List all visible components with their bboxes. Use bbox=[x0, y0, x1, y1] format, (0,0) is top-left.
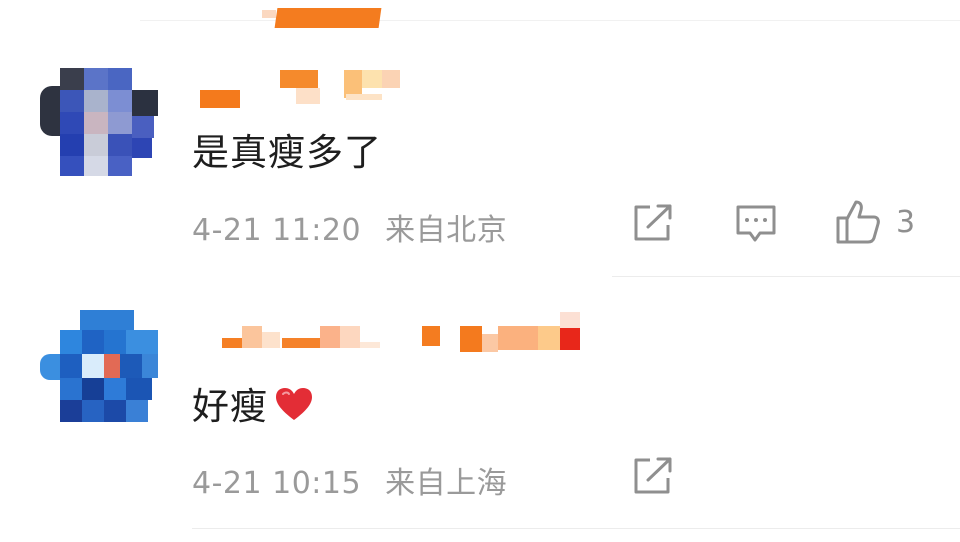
comment-meta: 4-21 11:20 来自北京 bbox=[192, 205, 507, 249]
avatar[interactable] bbox=[40, 66, 160, 178]
heart-emoji bbox=[276, 388, 312, 420]
reply-icon bbox=[736, 205, 776, 242]
comment-location: 来自上海 bbox=[385, 466, 508, 501]
bottom-divider bbox=[192, 528, 960, 529]
avatar[interactable] bbox=[40, 310, 160, 422]
share-button[interactable] bbox=[632, 456, 676, 496]
like-count: 3 bbox=[896, 204, 916, 240]
like-icon bbox=[836, 200, 880, 244]
comment-date: 4-21 11:20 bbox=[192, 213, 362, 248]
share-icon bbox=[634, 457, 672, 494]
comment-item: 好瘦 4-21 10:15 来自上海 bbox=[0, 282, 960, 542]
comment-meta: 4-21 10:15 来自上海 bbox=[192, 458, 507, 502]
comment-text-content: 好瘦 bbox=[192, 385, 268, 428]
comment-location: 来自北京 bbox=[385, 213, 508, 248]
comment-date: 4-21 10:15 bbox=[192, 466, 362, 501]
reply-button[interactable] bbox=[734, 203, 778, 245]
comment-text: 是真瘦多了 bbox=[192, 131, 382, 174]
comment-text: 好瘦 bbox=[192, 376, 314, 430]
username-redacted[interactable] bbox=[196, 66, 616, 108]
comment-divider bbox=[612, 276, 960, 277]
share-icon bbox=[634, 204, 672, 241]
username-redacted[interactable] bbox=[204, 308, 624, 352]
like-button[interactable]: 3 bbox=[834, 198, 915, 246]
comment-item: 是真瘦多了 4-21 11:20 来自北京 3 bbox=[0, 0, 960, 280]
share-button[interactable] bbox=[632, 203, 676, 243]
